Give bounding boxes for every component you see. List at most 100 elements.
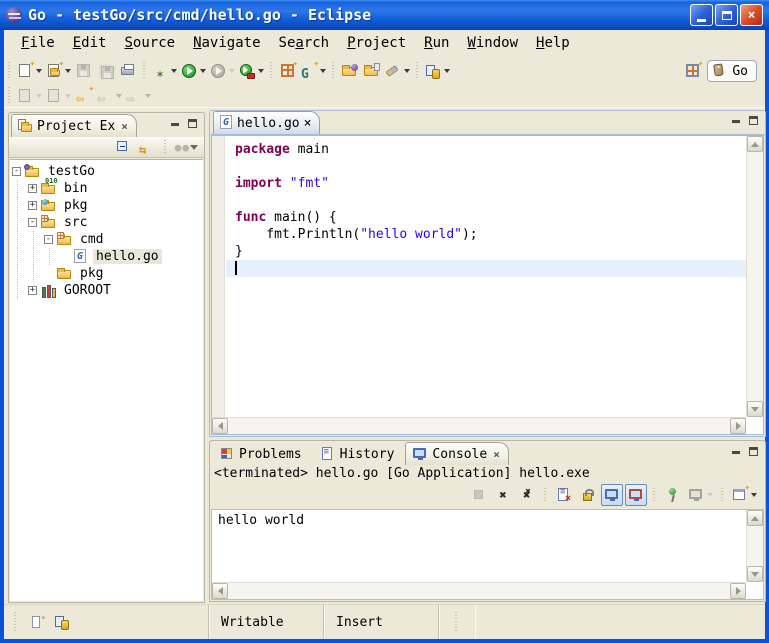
- scroll-down-button[interactable]: [747, 401, 763, 417]
- perspective-go-button[interactable]: Go: [707, 60, 757, 82]
- next-annotation-button[interactable]: [15, 85, 44, 107]
- new-wizard-button[interactable]: ✦: [15, 60, 44, 82]
- last-edit-location-button[interactable]: ⇦✦: [73, 85, 95, 107]
- tree-item-pkg[interactable]: +pkg: [10, 197, 203, 214]
- fast-view-icon[interactable]: ✦: [30, 614, 46, 630]
- title-bar[interactable]: Go - testGo/src/cmd/hello.go - Eclipse ×: [0, 0, 769, 30]
- toolbar-grip[interactable]: [542, 488, 549, 502]
- console-horizontal-scrollbar[interactable]: [212, 582, 746, 599]
- menu-edit[interactable]: Edit: [64, 33, 116, 53]
- scroll-right-button[interactable]: [730, 418, 746, 434]
- maximize-editor-button[interactable]: [746, 114, 761, 127]
- code-area[interactable]: package main import "fmt" func main() { fm…: [226, 136, 746, 417]
- scroll-right-button[interactable]: [730, 583, 746, 599]
- expand-expander[interactable]: +: [28, 201, 37, 210]
- save-all-button[interactable]: [95, 60, 117, 82]
- close-button[interactable]: ×: [740, 4, 763, 26]
- remove-all-terminated-button[interactable]: ✖✖: [516, 484, 538, 506]
- link-with-editor-button[interactable]: ⇆: [136, 138, 158, 156]
- import-folder-button[interactable]: [361, 60, 383, 82]
- expand-expander[interactable]: +: [28, 286, 37, 295]
- menu-source[interactable]: Source: [115, 33, 184, 53]
- scroll-down-button[interactable]: [747, 566, 763, 582]
- tree-item-src[interactable]: -src: [10, 214, 203, 231]
- close-view-icon[interactable]: ×: [119, 120, 128, 133]
- search-button[interactable]: [383, 60, 412, 82]
- menu-project[interactable]: Project: [338, 33, 415, 53]
- toolbar-grip[interactable]: [330, 62, 337, 80]
- new-project-button[interactable]: ✦: [277, 60, 299, 82]
- tree-item-bin[interactable]: +010bin: [10, 180, 203, 197]
- scroll-up-button[interactable]: [747, 510, 763, 526]
- code-line-6[interactable]: fmt.Println("hello world");: [226, 226, 746, 243]
- scroll-up-button[interactable]: [747, 136, 763, 152]
- close-view-icon[interactable]: ×: [491, 448, 500, 461]
- maximize-button[interactable]: [715, 4, 738, 26]
- code-line-8[interactable]: [226, 260, 746, 277]
- open-plugin-artifact-button[interactable]: [339, 60, 361, 82]
- code-line-4[interactable]: [226, 192, 746, 209]
- open-console-button[interactable]: ✦: [730, 484, 759, 506]
- toolbar-grip[interactable]: [414, 62, 421, 80]
- debug-button[interactable]: ✶: [150, 60, 179, 82]
- show-console-stderr-button[interactable]: [625, 484, 647, 506]
- tab-console[interactable]: Console×: [405, 442, 508, 465]
- code-line-5[interactable]: func main() {: [226, 209, 746, 226]
- previous-annotation-button[interactable]: [44, 85, 73, 107]
- expand-expander[interactable]: +: [28, 184, 37, 193]
- minimize-console-button[interactable]: [728, 445, 743, 458]
- toolbar-grip[interactable]: [6, 62, 13, 80]
- print-button[interactable]: [117, 60, 139, 82]
- console-vertical-scrollbar[interactable]: [746, 510, 763, 582]
- code-line-7[interactable]: }: [226, 243, 746, 260]
- collapse-expander[interactable]: -: [12, 167, 21, 176]
- annotation-ruler[interactable]: [212, 136, 225, 417]
- new-go-app-button[interactable]: G✦: [299, 60, 328, 82]
- collapse-all-button[interactable]: [112, 138, 134, 156]
- minimize-button[interactable]: [690, 4, 713, 26]
- new-go-element-button[interactable]: ✦: [44, 60, 73, 82]
- terminate-button[interactable]: [468, 484, 490, 506]
- minimize-view-button[interactable]: [167, 117, 182, 130]
- maximize-console-button[interactable]: [746, 445, 761, 458]
- minimize-editor-button[interactable]: [728, 114, 743, 127]
- close-editor-icon[interactable]: ×: [304, 116, 312, 131]
- collapse-expander[interactable]: -: [28, 218, 37, 227]
- tree-item-hello-go[interactable]: Ghello.go: [10, 248, 203, 265]
- collapse-expander[interactable]: -: [44, 235, 53, 244]
- menu-search[interactable]: Search: [270, 33, 339, 53]
- profile-button[interactable]: [208, 60, 237, 82]
- code-line-3[interactable]: import "fmt": [226, 175, 746, 192]
- menu-navigate[interactable]: Navigate: [184, 33, 269, 53]
- maximize-view-button[interactable]: [185, 117, 200, 130]
- code-line-1[interactable]: package main: [226, 141, 746, 158]
- back-button[interactable]: ⇦: [95, 85, 124, 107]
- clear-console-button[interactable]: [553, 484, 575, 506]
- tree-item-testgo[interactable]: -testGo: [10, 163, 203, 180]
- remove-launch-button[interactable]: ✖: [492, 484, 514, 506]
- toolbar-grip[interactable]: [651, 488, 658, 502]
- tab-problems[interactable]: Problems: [212, 442, 311, 465]
- tab-history[interactable]: History: [313, 442, 404, 465]
- code-line-2[interactable]: [226, 158, 746, 175]
- toolbar-grip[interactable]: [6, 87, 13, 105]
- menu-help[interactable]: Help: [527, 33, 579, 53]
- team-sync-button[interactable]: [423, 60, 452, 82]
- launch-sync-icon[interactable]: [54, 614, 70, 630]
- scroll-left-button[interactable]: [212, 583, 228, 599]
- run-button[interactable]: [179, 60, 208, 82]
- tree-item-cmd[interactable]: -cmd: [10, 231, 203, 248]
- tab-project-explorer[interactable]: Project Ex ×: [11, 114, 137, 137]
- view-menu-button[interactable]: ●●: [173, 138, 200, 156]
- scroll-lock-button[interactable]: [577, 484, 599, 506]
- project-tree[interactable]: -testGo+010bin+pkg-src-cmdGhello.gopkg+G…: [10, 159, 203, 601]
- tree-item-goroot[interactable]: +GOROOT: [10, 282, 203, 299]
- forward-button[interactable]: ⇨: [124, 85, 153, 107]
- editor-horizontal-scrollbar[interactable]: [212, 417, 746, 434]
- menu-file[interactable]: File: [12, 33, 64, 53]
- menu-window[interactable]: Window: [458, 33, 527, 53]
- open-perspective-icon[interactable]: ✦: [685, 63, 701, 79]
- display-selected-console-button[interactable]: [686, 484, 715, 506]
- toolbar-grip[interactable]: [141, 62, 148, 80]
- toolbar-grip[interactable]: [162, 140, 169, 154]
